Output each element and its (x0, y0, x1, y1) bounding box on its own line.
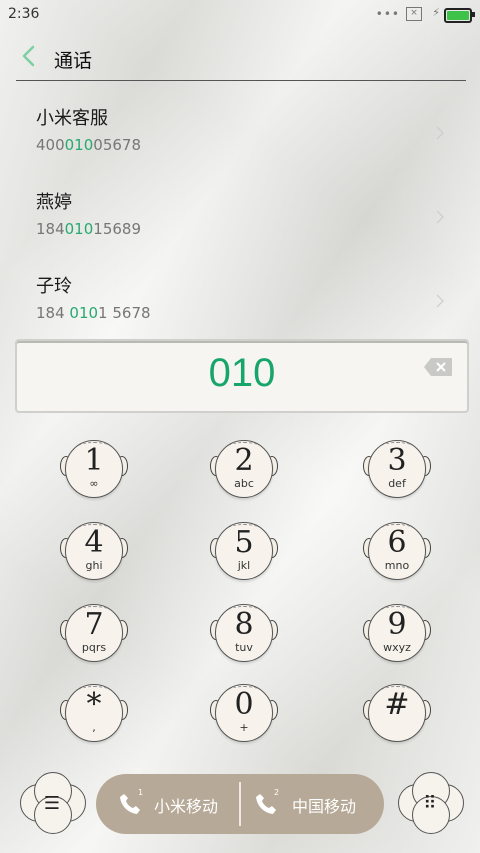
call-sim1-label: 小米移动 (154, 797, 219, 816)
key-2[interactable]: 2 abc (210, 440, 278, 498)
chevron-right-icon (436, 210, 444, 224)
battery-fill (447, 11, 469, 20)
key-6[interactable]: 6 mno (363, 522, 431, 580)
sim-index: 1 (138, 788, 144, 797)
contact-item[interactable]: 燕婷 18401015689 (36, 188, 444, 252)
call-sim2-button[interactable]: 2 中国移动 (240, 774, 384, 834)
notification-dots-icon: ••• (375, 7, 400, 21)
call-sim1-button[interactable]: 1 小米移动 (96, 774, 240, 834)
contact-name: 燕婷 (36, 192, 72, 213)
key-star[interactable]: * , (60, 684, 128, 742)
call-sim2-label: 中国移动 (292, 797, 357, 816)
battery-icon (444, 8, 475, 23)
contact-item[interactable]: 小米客服 40001005678 (36, 104, 444, 168)
header-divider (16, 80, 466, 81)
contact-name: 子玲 (36, 276, 72, 297)
contact-item[interactable]: 子玲 184 0101 5678 (36, 272, 444, 336)
dialpad-toggle-button[interactable]: ⠿ (398, 772, 464, 836)
page-title: 通话 (54, 50, 93, 72)
contact-number: 18401015689 (36, 220, 141, 238)
sim-index: 2 (274, 788, 280, 797)
no-signal-icon: ⚡ (432, 6, 440, 19)
key-3[interactable]: 3 def (363, 440, 431, 498)
status-bar: 2:36 ••• × ⚡ (0, 0, 480, 28)
sim-missing-icon: × (406, 7, 422, 21)
chevron-right-icon (436, 294, 444, 308)
key-0[interactable]: 0 + (210, 684, 278, 742)
dialpad-icon: ⠿ (423, 793, 437, 814)
key-hash[interactable]: # (363, 684, 431, 742)
voicemail-icon: ∞ (89, 477, 99, 490)
contact-number: 184 0101 5678 (36, 304, 151, 322)
menu-button[interactable]: ☰ (20, 772, 86, 836)
key-8[interactable]: 8 tuv (210, 604, 278, 662)
key-1[interactable]: 1 ∞ (60, 440, 128, 498)
key-5[interactable]: 5 jkl (210, 522, 278, 580)
menu-icon: ☰ (43, 793, 61, 814)
backspace-icon[interactable] (423, 357, 453, 377)
contact-number: 40001005678 (36, 136, 141, 154)
header: 通话 (0, 36, 480, 80)
key-7[interactable]: 7 pqrs (60, 604, 128, 662)
chevron-right-icon (436, 126, 444, 140)
contact-name: 小米客服 (36, 108, 108, 129)
key-4[interactable]: 4 ghi (60, 522, 128, 580)
dial-input[interactable]: 010 (15, 339, 469, 413)
status-time: 2:36 (8, 6, 40, 22)
key-9[interactable]: 9 wxyz (363, 604, 431, 662)
call-buttons: 1 小米移动 2 中国移动 (96, 774, 384, 834)
battery-nub (472, 12, 475, 17)
back-arrow-icon[interactable] (20, 44, 38, 68)
dialed-digits: 010 (208, 351, 276, 395)
